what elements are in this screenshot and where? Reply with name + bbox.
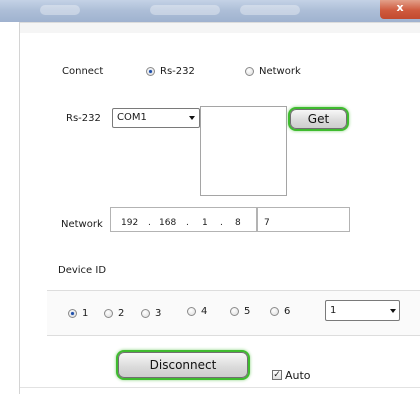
com-port-select[interactable]: COM1 (112, 108, 200, 128)
rs232-label: Rs-232 (66, 113, 101, 124)
device-id-label-3[interactable]: 3 (155, 308, 161, 319)
device-id-radio-4[interactable] (187, 307, 196, 316)
disconnect-button[interactable]: Disconnect (118, 352, 248, 378)
com-port-value: COM1 (117, 112, 147, 123)
device-id-radio-5[interactable] (230, 307, 239, 316)
ip-separator: . (148, 218, 151, 228)
content-top-strip (20, 22, 420, 33)
get-button[interactable]: Get (290, 109, 347, 129)
connect-label: Connect (62, 66, 104, 77)
port-list-box[interactable] (200, 106, 287, 196)
auto-label[interactable]: Auto (285, 369, 311, 382)
device-id-label: Device ID (58, 265, 107, 276)
device-id-radio-6[interactable] (270, 307, 279, 316)
connect-rs232-label[interactable]: Rs-232 (160, 66, 195, 77)
device-id-label-1[interactable]: 1 (82, 308, 88, 319)
device-id-radio-3[interactable] (141, 309, 150, 318)
close-button[interactable]: x (380, 0, 420, 19)
network-port-input[interactable]: 7 (257, 207, 350, 232)
ip-separator: . (186, 218, 189, 228)
close-icon: x (396, 1, 404, 14)
bottom-divider (20, 387, 420, 388)
auto-checkbox[interactable]: ✓ (272, 370, 282, 380)
title-text-blur (150, 5, 220, 15)
device-id-label-4[interactable]: 4 (201, 306, 207, 317)
chevron-down-icon (390, 309, 396, 313)
chevron-down-icon (189, 116, 195, 120)
connect-network-radio[interactable] (245, 67, 254, 76)
device-id-radio-1[interactable] (68, 309, 77, 318)
ip-octet-2[interactable]: 168 (159, 218, 176, 228)
device-id-select[interactable]: 1 (325, 300, 400, 321)
ip-address-input[interactable]: 192 . 168 . 1 . 8 (110, 207, 257, 232)
ip-separator: . (220, 218, 223, 228)
connect-rs232-radio[interactable] (146, 67, 155, 76)
connect-network-label[interactable]: Network (259, 66, 301, 77)
title-text-blur (240, 5, 300, 15)
device-id-radio-2[interactable] (104, 309, 113, 318)
device-id-label-5[interactable]: 5 (244, 306, 250, 317)
device-id-label-6[interactable]: 6 (284, 306, 290, 317)
device-id-label-2[interactable]: 2 (118, 308, 124, 319)
title-text-blur (40, 5, 80, 15)
ip-octet-3[interactable]: 1 (202, 218, 208, 228)
network-label: Network (61, 219, 103, 230)
ip-octet-4[interactable]: 8 (235, 218, 241, 228)
network-port-value: 7 (264, 218, 270, 228)
window-left-frame (0, 22, 20, 394)
device-id-select-value: 1 (330, 305, 337, 316)
ip-octet-1[interactable]: 192 (121, 218, 138, 228)
